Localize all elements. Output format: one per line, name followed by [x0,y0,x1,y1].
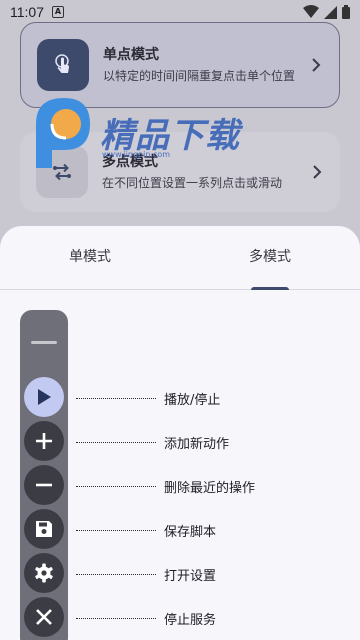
legend-label: 打开设置 [164,568,217,584]
single-tap-icon [37,39,89,91]
notification-icon: A [52,6,64,18]
plus-icon [36,433,52,449]
legend-row: 停止服务 [76,608,216,628]
wifi-icon [303,5,319,18]
single-mode-description: 以特定的时间间隔重复点击单个位置 [103,69,296,83]
stop-service-button[interactable] [24,597,64,637]
floating-toolbar [20,310,68,640]
legend-label: 播放/停止 [164,392,221,408]
chevron-right-icon [312,58,321,72]
legend-connector [76,397,156,399]
legend-row: 添加新动作 [76,432,229,452]
drag-handle[interactable] [31,341,57,344]
gear-icon [35,563,53,583]
battery-icon [342,5,350,19]
close-icon [36,609,52,625]
tab-single-mode[interactable]: 单模式 [0,226,180,289]
chevron-right-icon [313,165,322,179]
signal-icon [324,5,337,19]
legend-connector [76,529,156,531]
status-icons [303,5,350,19]
bottom-sheet: 单模式 多模式 播放/停止 添加新动作 删除最近的操作 保存脚本 打开设置 停止… [0,226,360,640]
legend-connector [76,485,156,487]
legend-connector [76,617,156,619]
watermark-logo-icon [28,94,96,170]
tab-multi-mode-label: 多模式 [249,248,291,265]
legend-connector [76,573,156,575]
legend-row: 打开设置 [76,564,216,584]
legend-label: 保存脚本 [164,524,217,540]
legend-label: 删除最近的操作 [164,480,256,496]
tab-multi-mode[interactable]: 多模式 [180,226,360,290]
play-icon [38,389,51,405]
legend-row: 播放/停止 [76,388,220,408]
settings-button[interactable] [24,553,64,593]
status-time: 11:07 [10,4,44,20]
add-action-button[interactable] [24,421,64,461]
watermark-url: www.jingpin.com [102,150,171,159]
play-button[interactable] [24,377,64,417]
legend-row: 删除最近的操作 [76,476,255,496]
minus-icon [36,483,52,487]
tab-single-mode-label: 单模式 [69,248,111,265]
legend-label: 添加新动作 [164,436,230,452]
tab-indicator [251,287,289,290]
remove-action-button[interactable] [24,465,64,505]
mode-tabs: 单模式 多模式 [0,226,360,290]
legend-label: 停止服务 [164,612,217,628]
single-mode-title: 单点模式 [103,47,159,63]
legend-connector [76,441,156,443]
save-script-button[interactable] [24,509,64,549]
status-bar: 11:07 A [0,0,360,24]
watermark: 精品下载 www.jingpin.com [28,94,268,170]
multi-mode-description: 在不同位置设置一系列点击或滑动 [102,176,283,190]
save-icon [36,521,52,537]
legend-row: 保存脚本 [76,520,216,540]
